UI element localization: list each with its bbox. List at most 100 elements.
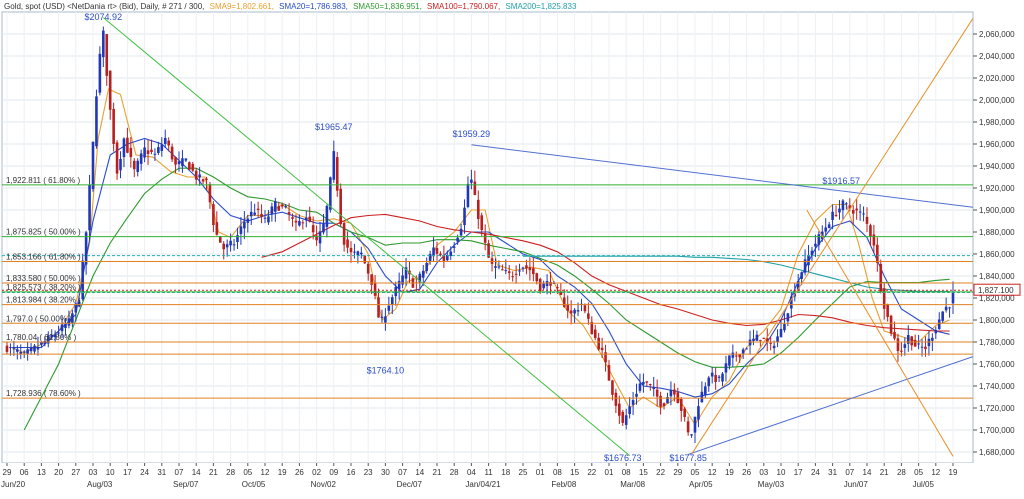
- price-annotation: $2074.92: [85, 12, 123, 22]
- candle-body: [253, 212, 256, 215]
- candle-body: [373, 283, 377, 296]
- candle-body: [624, 415, 628, 425]
- candle-body: [618, 403, 621, 416]
- y-tick-label: 1,940,000: [979, 162, 1015, 171]
- x-day-label: 17: [123, 468, 132, 477]
- candle-body: [33, 345, 36, 352]
- x-day-label: 24: [811, 468, 820, 477]
- candle-body: [480, 215, 484, 231]
- candle-body: [845, 203, 848, 205]
- candle-body: [267, 216, 270, 223]
- candle-body: [704, 386, 707, 395]
- x-day-label: 21: [880, 468, 889, 477]
- y-tick-label: 1,740,000: [979, 382, 1015, 391]
- header-sma200: SMA200=1,825.833: [505, 2, 576, 11]
- candle-body: [181, 158, 184, 167]
- fib-label: 1,875.825 ( 50.00% ): [6, 228, 81, 237]
- candle-body: [941, 311, 944, 321]
- x-day-label: 10: [777, 468, 786, 477]
- candle-body: [731, 352, 735, 358]
- candle-body: [638, 383, 642, 391]
- candle-body: [889, 315, 893, 334]
- candle-body: [645, 381, 649, 383]
- x-day-label: 14: [863, 468, 872, 477]
- candle-body: [194, 170, 198, 180]
- header-sma50: SMA50=1,836.951,: [353, 2, 422, 11]
- header-sma9: SMA9=1,802.661,: [210, 2, 274, 11]
- candle-body: [576, 310, 580, 312]
- fib-label: 1,833.580 ( 50.00% ): [6, 274, 81, 283]
- candle-body: [738, 354, 742, 358]
- candle-body: [745, 348, 748, 350]
- candle-body: [593, 329, 597, 338]
- candle-body: [280, 204, 284, 207]
- candle-body: [153, 153, 157, 155]
- candle-body: [717, 376, 721, 378]
- candle-body: [562, 297, 566, 307]
- candle-body: [817, 234, 821, 245]
- fib-label: 1,780.04 ( 61.80% ): [6, 333, 77, 342]
- candle-body: [421, 270, 425, 278]
- y-tick-label: 1,680,000: [979, 448, 1015, 457]
- candle-body: [948, 307, 951, 309]
- y-tick-label: 2,020,000: [979, 74, 1015, 83]
- candle-body: [686, 421, 690, 433]
- price-annotation: $1916.57: [822, 176, 860, 186]
- candle-body: [683, 408, 686, 417]
- candle-body: [879, 263, 883, 292]
- candle-body: [779, 329, 783, 338]
- candle-body: [769, 342, 772, 344]
- candle-body: [139, 153, 143, 164]
- candle-body: [246, 218, 250, 223]
- candle-body: [342, 223, 346, 245]
- x-day-label: 28: [897, 468, 906, 477]
- candle-body: [535, 273, 539, 282]
- x-day-label: 10: [106, 468, 115, 477]
- x-day-label: 31: [828, 468, 837, 477]
- candle-body: [463, 207, 466, 226]
- candle-body: [284, 206, 287, 208]
- candle-body: [707, 377, 711, 387]
- candle-body: [862, 213, 865, 215]
- candle-body: [308, 216, 312, 222]
- candle-body: [95, 96, 98, 147]
- candle-body: [356, 251, 360, 256]
- candle-body: [514, 273, 518, 275]
- candle-body: [786, 313, 790, 322]
- candle-body: [91, 141, 95, 189]
- y-tick-label: 1,780,000: [979, 338, 1015, 347]
- candle-body: [858, 211, 862, 213]
- candle-body: [36, 347, 40, 350]
- candle-body: [390, 297, 394, 305]
- candle-body: [287, 212, 291, 215]
- candle-body: [710, 372, 714, 377]
- candle-body: [759, 340, 762, 342]
- candle-body: [325, 205, 329, 227]
- candle-body: [22, 351, 26, 353]
- candle-body: [831, 211, 834, 220]
- x-day-label: 05: [691, 468, 700, 477]
- candle-body: [532, 268, 535, 275]
- candle-body: [800, 272, 803, 279]
- candle-body: [115, 142, 119, 174]
- candle-body: [157, 147, 160, 154]
- candle-body: [587, 313, 590, 319]
- candle-body: [528, 267, 532, 271]
- chart-root: 1,922.811 ( 61.80% ) 1,875.825 ( 50.00% )…: [0, 0, 1024, 499]
- x-day-label: 07: [398, 468, 407, 477]
- fib-label: 1,922.811 ( 61.80% ): [6, 176, 80, 185]
- candle-body: [40, 342, 43, 345]
- candle-body: [12, 348, 16, 350]
- candle-body: [931, 337, 934, 341]
- candle-body: [635, 393, 638, 397]
- x-day-label: 28: [226, 468, 235, 477]
- x-day-label: 22: [656, 468, 665, 477]
- candle-body: [215, 222, 219, 235]
- candle-body: [518, 270, 521, 272]
- candle-body: [167, 140, 170, 146]
- candle-body: [924, 346, 927, 350]
- candle-body: [834, 215, 838, 217]
- candle-body: [132, 160, 136, 170]
- candle-body: [170, 146, 174, 160]
- candle-body: [476, 199, 480, 219]
